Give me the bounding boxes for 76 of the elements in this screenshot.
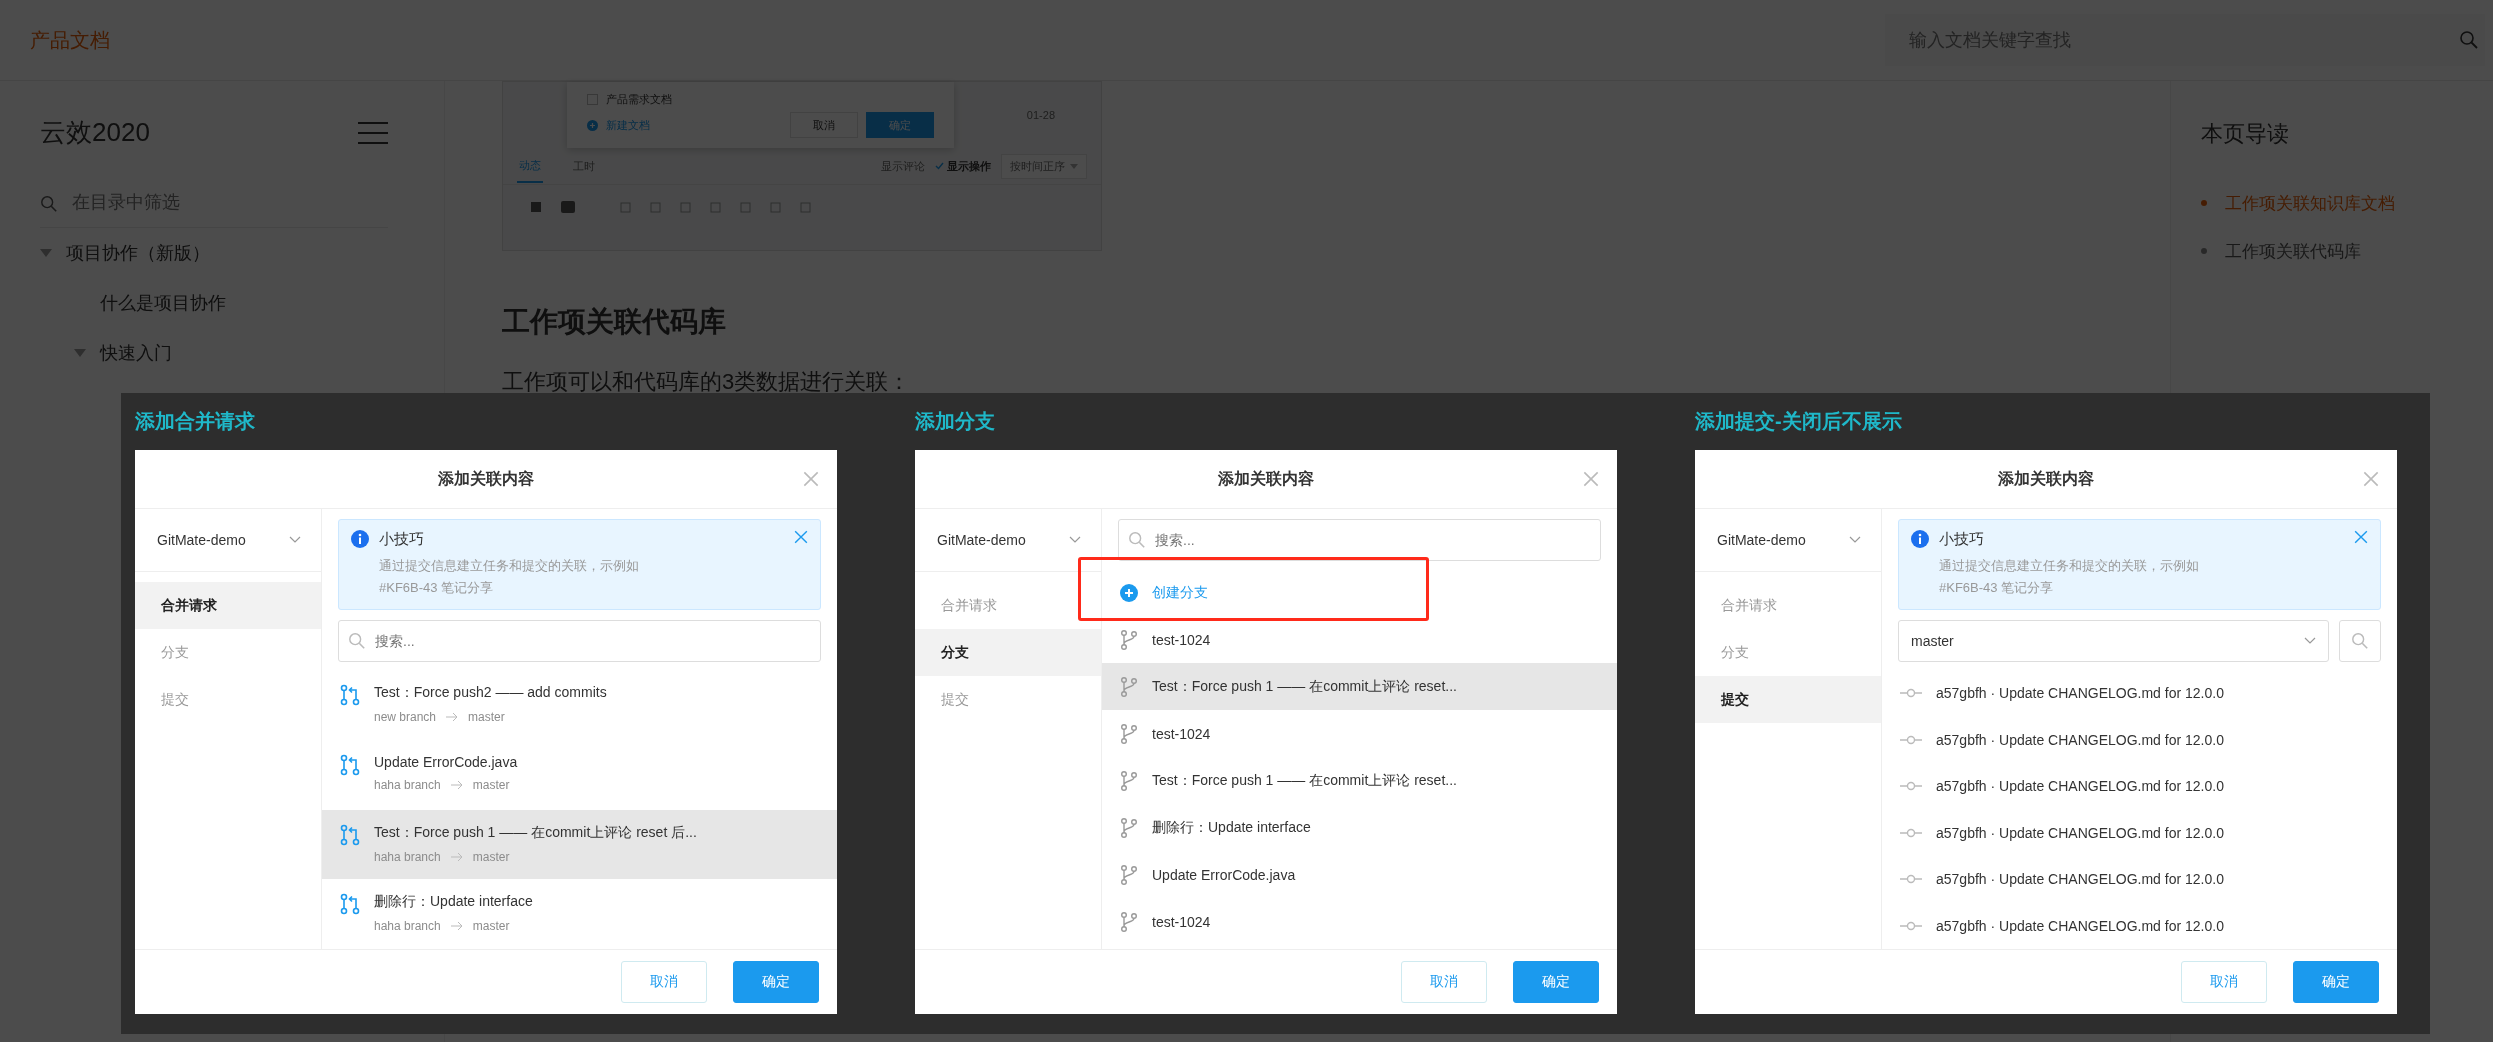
- source-branch: haha branch: [374, 849, 441, 864]
- source-branch: new branch: [374, 710, 437, 724]
- merge-request-title: Update ErrorCode.java: [374, 753, 518, 770]
- nav-tab[interactable]: 分支: [915, 629, 1101, 676]
- arrow-right-icon: [450, 779, 463, 790]
- close-icon[interactable]: [803, 471, 819, 487]
- target-branch: master: [472, 777, 510, 792]
- plus-circle-icon: [1120, 583, 1138, 602]
- search-icon: [1128, 531, 1146, 549]
- nav-tab[interactable]: 合并请求: [135, 582, 321, 629]
- commit-icon: [1900, 873, 1922, 886]
- close-icon[interactable]: [2363, 471, 2379, 487]
- repo-select[interactable]: GitMate-demo: [915, 509, 1101, 572]
- search-icon: [348, 632, 366, 650]
- chevron-down-icon: [2304, 637, 2316, 645]
- dialog-title: 添加关联内容: [1218, 468, 1314, 489]
- tip-title: 小技巧: [379, 530, 425, 549]
- branch-select[interactable]: master: [1898, 620, 2329, 662]
- nav-tab[interactable]: 提交: [1695, 676, 1881, 723]
- branch-icon: [1120, 863, 1138, 886]
- chevron-down-icon: [1069, 536, 1081, 544]
- tip-text: 通过提交信息建立任务和提交的关联，示例如: [1939, 557, 2200, 575]
- arrow-right-icon: [450, 851, 463, 862]
- panel-caption: 添加提交-关闭后不展示: [1695, 409, 1903, 434]
- commit-icon: [1900, 687, 1922, 700]
- search-field[interactable]: 搜索...: [1118, 519, 1601, 561]
- commit-icon: [1900, 826, 1922, 839]
- branch-icon: [1120, 769, 1138, 792]
- merge-request-icon: [340, 753, 360, 776]
- close-icon[interactable]: [1583, 471, 1599, 487]
- arrow-right-icon: [450, 921, 463, 932]
- tip-text: #KF6B-43 笔记分享: [1939, 579, 2055, 597]
- merge-request-icon: [340, 893, 360, 916]
- commit-icon: [1900, 919, 1922, 932]
- close-icon[interactable]: [794, 530, 808, 544]
- chevron-down-icon: [1849, 536, 1861, 544]
- branch-icon: [1120, 675, 1138, 698]
- merge-request-icon: [340, 684, 360, 706]
- search-field[interactable]: 搜索...: [338, 620, 821, 662]
- section-heading: 工作项关联代码库: [502, 305, 727, 339]
- tip-title: 小技巧: [1939, 530, 1985, 549]
- branch-icon: [1120, 910, 1138, 933]
- repo-select[interactable]: GitMate-demo: [1695, 509, 1881, 572]
- panel-caption: 添加分支: [915, 409, 996, 434]
- info-icon: [1911, 530, 1929, 548]
- dialog-title: 添加关联内容: [438, 468, 534, 489]
- merge-request-title: Test：Force push 1 —— 在commit上评论 reset 后...: [374, 823, 697, 842]
- tip-text: 通过提交信息建立任务和提交的关联，示例如: [379, 557, 640, 575]
- arrow-right-icon: [446, 712, 459, 722]
- merge-request-item[interactable]: Test：Force push 1 —— 在commit上评论 reset 后... haha branch master: [322, 809, 837, 880]
- dialog-title: 添加关联内容: [1998, 468, 2094, 489]
- commit-icon: [1900, 780, 1922, 793]
- chevron-down-icon: [289, 536, 301, 544]
- tip-text: #KF6B-43 笔记分享: [379, 579, 495, 597]
- branch-item[interactable]: Test：Force push 1 —— 在commit上评论 reset...: [1102, 663, 1617, 710]
- paragraph: 工作项可以和代码库的3类数据进行关联：: [502, 368, 912, 396]
- branch-icon: [1120, 816, 1138, 839]
- toc-title: 本页导读: [2201, 120, 2290, 148]
- search-icon: [2351, 632, 2369, 650]
- target-branch: master: [472, 849, 510, 864]
- merge-request-icon: [340, 823, 360, 846]
- search-button[interactable]: [2339, 620, 2381, 662]
- panel-caption: 添加合并请求: [135, 409, 256, 434]
- merge-request-title: 删除行：Update interface: [374, 893, 533, 912]
- branch-icon: [1120, 628, 1138, 651]
- target-branch: master: [472, 919, 510, 934]
- repo-select[interactable]: GitMate-demo: [135, 509, 321, 572]
- close-icon[interactable]: [2354, 530, 2368, 544]
- sidebar-title: 云效2020: [40, 116, 150, 149]
- info-icon: [351, 530, 369, 548]
- merge-request-title: Test：Force push2 —— add commits: [374, 684, 607, 702]
- target-branch: master: [468, 710, 505, 724]
- branch-icon: [1120, 722, 1138, 745]
- source-branch: haha branch: [374, 777, 441, 792]
- commit-icon: [1900, 733, 1922, 746]
- source-branch: haha branch: [374, 919, 441, 934]
